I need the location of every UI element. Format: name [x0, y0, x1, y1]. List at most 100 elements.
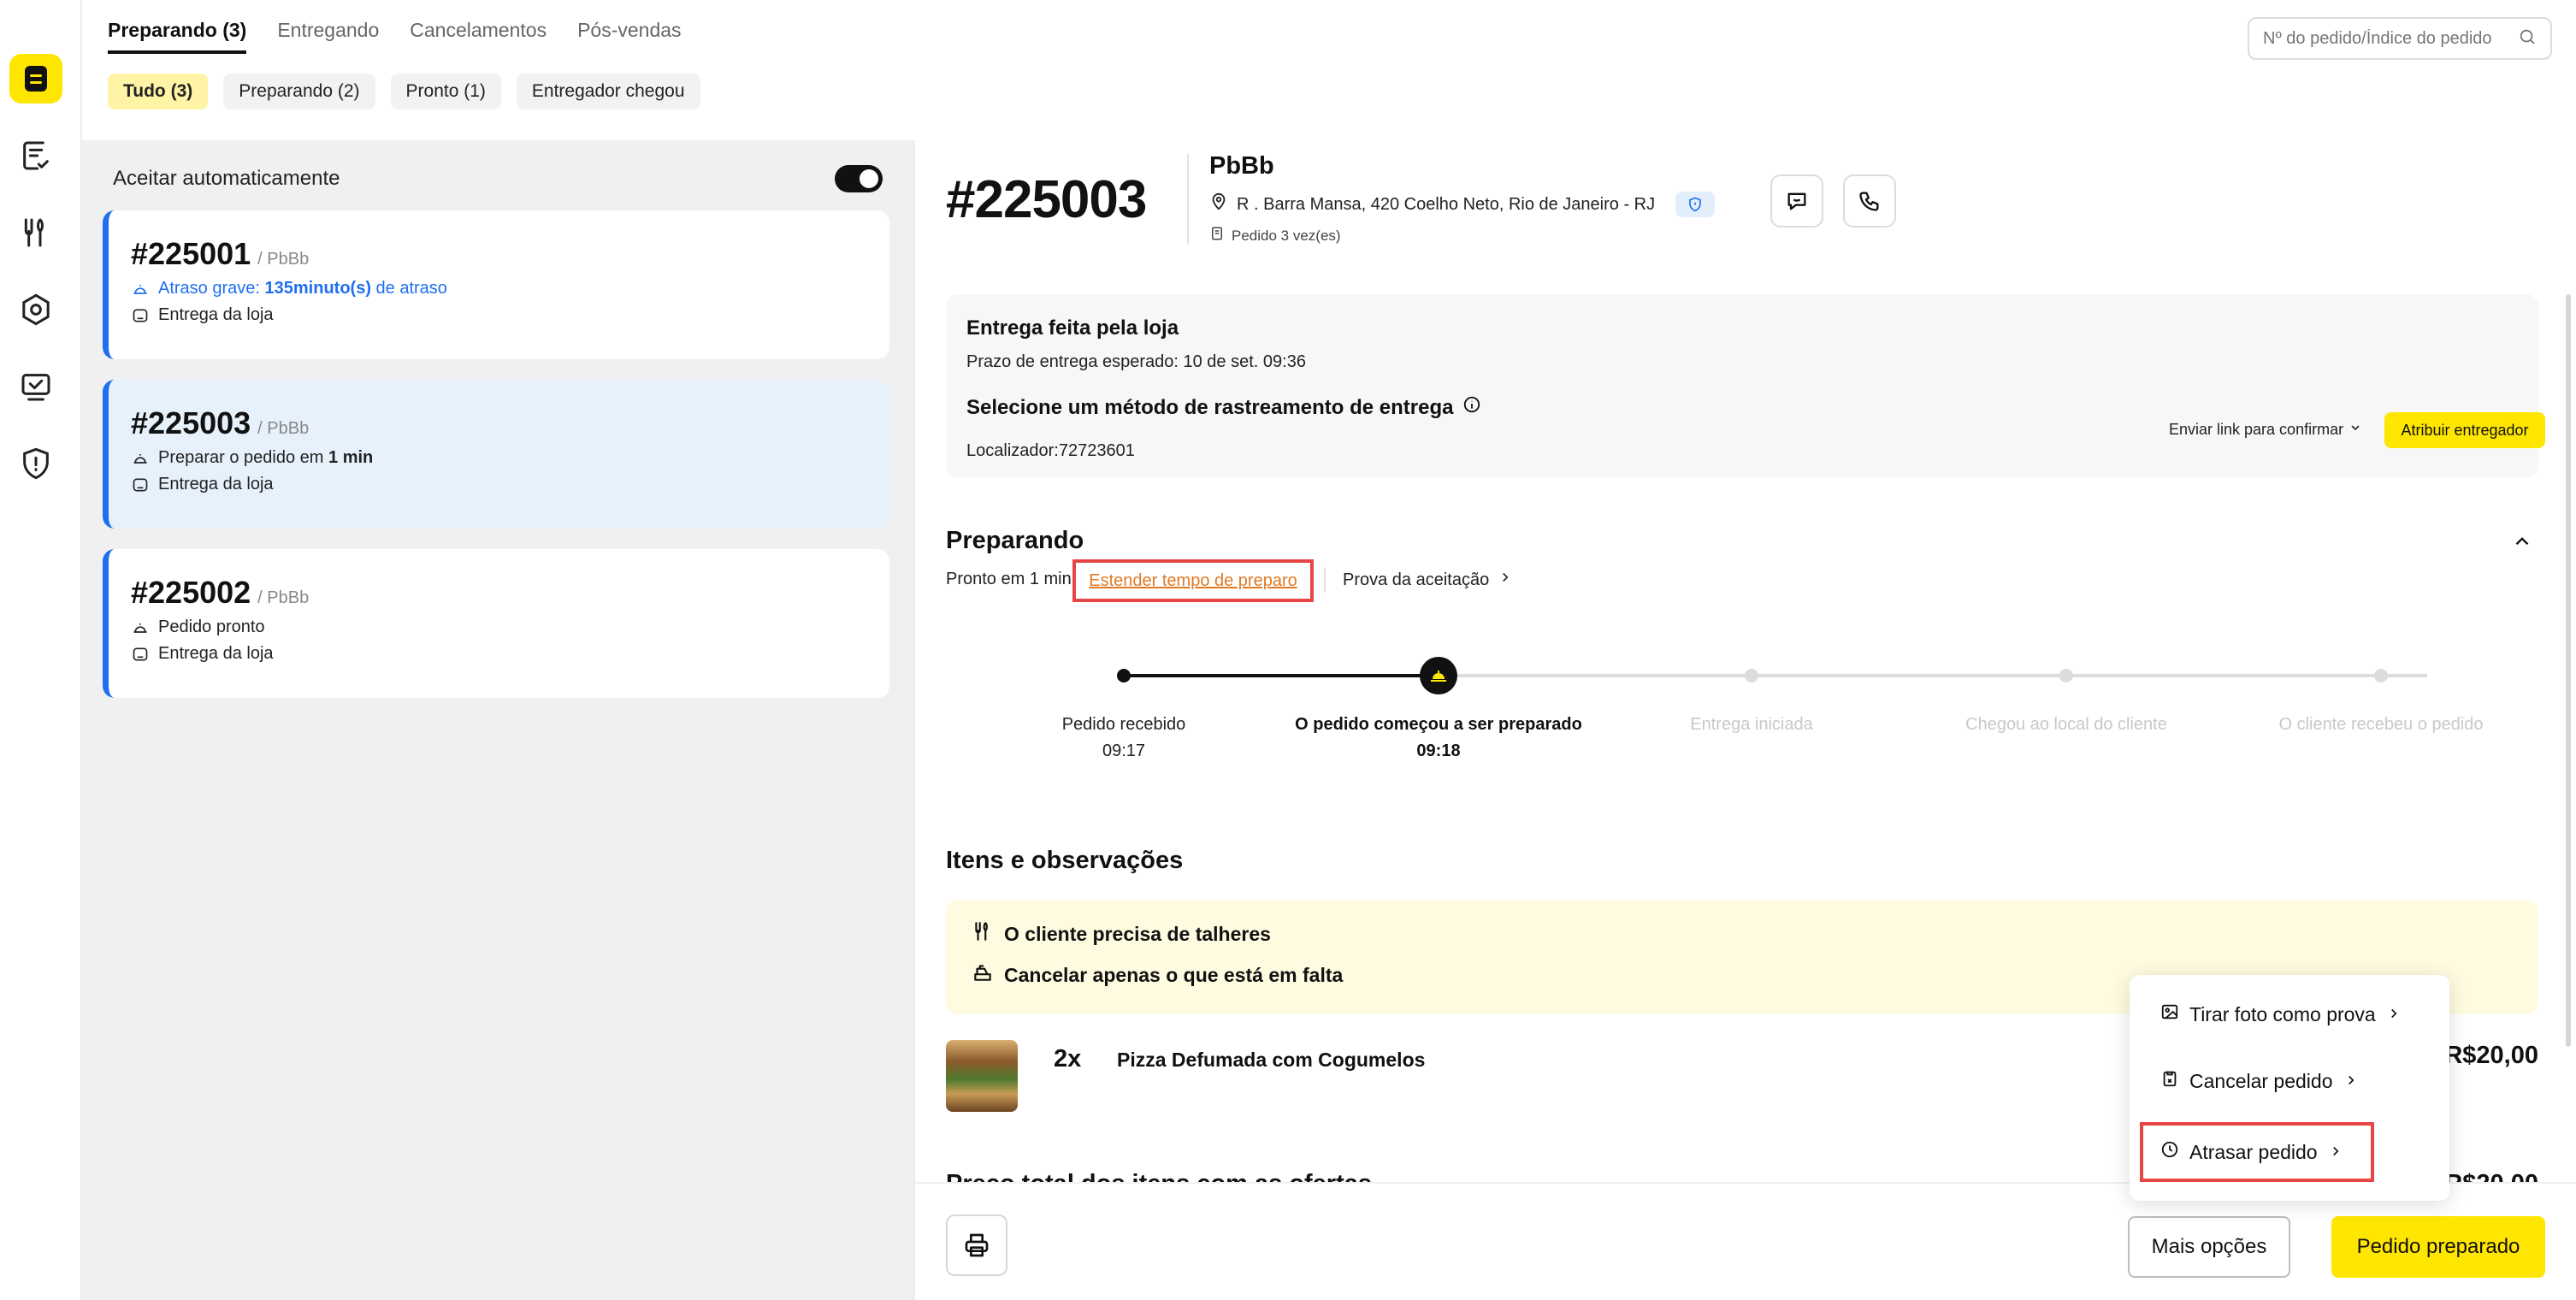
- menu-item-photo-proof[interactable]: Tirar foto como prova: [2160, 1002, 2402, 1026]
- menu-utensils-icon[interactable]: [15, 212, 56, 253]
- tab-cancellations[interactable]: Cancelamentos: [410, 19, 547, 54]
- chevron-up-icon[interactable]: [2511, 530, 2533, 557]
- settings-ring-icon[interactable]: [15, 289, 56, 330]
- utensils-icon: [972, 920, 994, 948]
- order-number: #225003: [946, 170, 1147, 229]
- tab-preparing[interactable]: Preparando (3): [108, 19, 247, 54]
- privacy-shield-icon[interactable]: [1675, 192, 1716, 217]
- shield-icon[interactable]: [15, 443, 56, 484]
- auto-accept-label: Aceitar automaticamente: [113, 167, 340, 190]
- item-thumbnail: [946, 1040, 1018, 1112]
- order-card-225001[interactable]: #225001 / PbBb Atraso grave: 135minuto(s)…: [103, 210, 889, 359]
- call-button[interactable]: [1843, 174, 1896, 228]
- cloche-icon: [1420, 657, 1457, 694]
- print-button[interactable]: [946, 1214, 1007, 1276]
- item-quantity: 2x: [1054, 1045, 1082, 1072]
- clipboard-icon: [2160, 1069, 2179, 1093]
- tracking-method-title: Selecione um método de rastreamento de e…: [966, 395, 1481, 420]
- menu-item-delay-order[interactable]: Atrasar pedido: [2140, 1122, 2374, 1182]
- order-detail-panel: #225003 PbBb R . Barra Mansa, 420 Coelho…: [913, 140, 2576, 1300]
- monitor-check-icon[interactable]: [15, 366, 56, 407]
- customer-name: PbBb: [1209, 152, 1274, 180]
- filter-all[interactable]: Tudo (3): [108, 74, 209, 109]
- order-card-number: #225003: [131, 405, 251, 440]
- step-time: 09:17: [1102, 742, 1146, 760]
- search-icon[interactable]: [2518, 27, 2537, 50]
- info-icon[interactable]: [1462, 395, 1481, 420]
- scrollbar[interactable]: [2566, 294, 2571, 1047]
- step-label: O cliente recebeu o pedido: [2278, 715, 2484, 734]
- chevron-right-icon: [2328, 1141, 2343, 1164]
- chevron-right-icon: [1498, 570, 1513, 590]
- orders-list-panel: Aceitar automaticamente #225001 / PbBb At…: [82, 140, 913, 1300]
- step-label: O pedido começou a ser preparado: [1295, 715, 1582, 734]
- app-logo[interactable]: [9, 54, 62, 103]
- timeline-dot-received-by-customer: [2374, 669, 2388, 682]
- orders-icon[interactable]: [15, 135, 56, 176]
- order-card-225003[interactable]: #225003 / PbBb Preparar o pedido em 1 min…: [103, 380, 889, 529]
- chevron-right-icon: [2386, 1003, 2402, 1026]
- extend-prep-label: Estender tempo de preparo: [1089, 570, 1297, 590]
- order-card-delivery: Entrega da loja: [131, 475, 867, 494]
- status-minutes: 1 min: [328, 448, 374, 467]
- acceptance-proof-link[interactable]: Prova da aceitação: [1343, 570, 1513, 590]
- order-timeline: Pedido recebido 09:17 O pedido começou a…: [915, 653, 2576, 773]
- order-search[interactable]: [2248, 17, 2552, 60]
- item-name: Pizza Defumada com Cogumelos: [1117, 1049, 1426, 1071]
- order-card-store: / PbBb: [257, 588, 310, 607]
- order-card-delivery: Entrega da loja: [131, 644, 867, 664]
- customer-address: R . Barra Mansa, 420 Coelho Neto, Rio de…: [1209, 192, 1716, 217]
- cloche-icon: [131, 449, 150, 468]
- timeline-dot-arrived: [2059, 669, 2073, 682]
- extend-prep-time-link[interactable]: Estender tempo de preparo: [1072, 559, 1314, 602]
- divider: [1324, 568, 1326, 592]
- locator: Localizador:72723601: [966, 441, 1135, 460]
- delivery-type: Entrega da loja: [158, 475, 274, 493]
- note-cutlery: O cliente precisa de talheres: [972, 920, 1271, 948]
- timeline-step-arrived: Chegou ao local do cliente: [1912, 715, 2220, 735]
- order-count-text: Pedido 3 vez(es): [1232, 227, 1341, 244]
- proof-label: Prova da aceitação: [1343, 570, 1490, 589]
- assign-courier-button[interactable]: Atribuir entregador: [2384, 412, 2545, 448]
- timeline-step-received: Pedido recebido 09:17: [970, 715, 1278, 761]
- store-icon: [131, 645, 150, 664]
- store-icon: [131, 306, 150, 325]
- menu-item-label: Atrasar pedido: [2189, 1140, 2318, 1163]
- step-label: Chegou ao local do cliente: [1965, 715, 2167, 734]
- delivery-info-box: Entrega feita pela loja Prazo de entrega…: [946, 294, 2545, 477]
- note-text: O cliente precisa de talheres: [1004, 922, 1271, 945]
- late-suffix: de atraso: [370, 279, 447, 298]
- step-time: 09:18: [1416, 742, 1461, 760]
- order-card-number: #225001: [131, 236, 251, 271]
- items-title: Itens e observações: [946, 847, 1184, 874]
- filter-preparing[interactable]: Preparando (2): [223, 74, 375, 109]
- message-button[interactable]: [1770, 174, 1823, 228]
- filter-ready[interactable]: Pronto (1): [390, 74, 501, 109]
- late-minutes: 135minuto(s): [264, 279, 371, 298]
- phone-icon: [1859, 192, 1879, 211]
- search-input[interactable]: [2263, 28, 2518, 49]
- auto-accept-toggle[interactable]: [835, 165, 883, 192]
- note-text: Cancelar apenas o que está em falta: [1004, 963, 1344, 986]
- tab-delivering[interactable]: Entregando: [277, 19, 379, 54]
- send-link-dropdown[interactable]: Enviar link para confirmar: [2169, 421, 2362, 439]
- order-card-delivery: Entrega da loja: [131, 305, 867, 325]
- order-card-status: Pedido pronto: [131, 618, 867, 637]
- more-options-button[interactable]: Mais opções: [2128, 1216, 2290, 1278]
- menu-item-label: Cancelar pedido: [2189, 1069, 2333, 1092]
- auto-accept-row: Aceitar automaticamente: [113, 159, 883, 198]
- late-prefix: Atraso grave:: [158, 279, 265, 298]
- delivery-type: Entrega da loja: [158, 305, 274, 324]
- tab-after-sales[interactable]: Pós-vendas: [577, 19, 681, 54]
- menu-item-cancel-order[interactable]: Cancelar pedido: [2160, 1069, 2359, 1093]
- preparing-title: Preparando: [946, 527, 1084, 554]
- timeline-line-pending: [1439, 674, 2427, 677]
- order-count: Pedido 3 vez(es): [1209, 226, 1341, 245]
- order-card-225002[interactable]: #225002 / PbBb Pedido pronto Entrega da l…: [103, 549, 889, 698]
- timeline-line-done: [1124, 674, 1439, 677]
- filter-courier-arrived[interactable]: Entregador chegou: [516, 74, 700, 109]
- order-prepared-button[interactable]: Pedido preparado: [2331, 1216, 2545, 1278]
- status-prefix: Preparar o pedido em: [158, 448, 329, 467]
- status-text: Pedido pronto: [158, 618, 265, 636]
- address-text: R . Barra Mansa, 420 Coelho Neto, Rio de…: [1237, 194, 1656, 214]
